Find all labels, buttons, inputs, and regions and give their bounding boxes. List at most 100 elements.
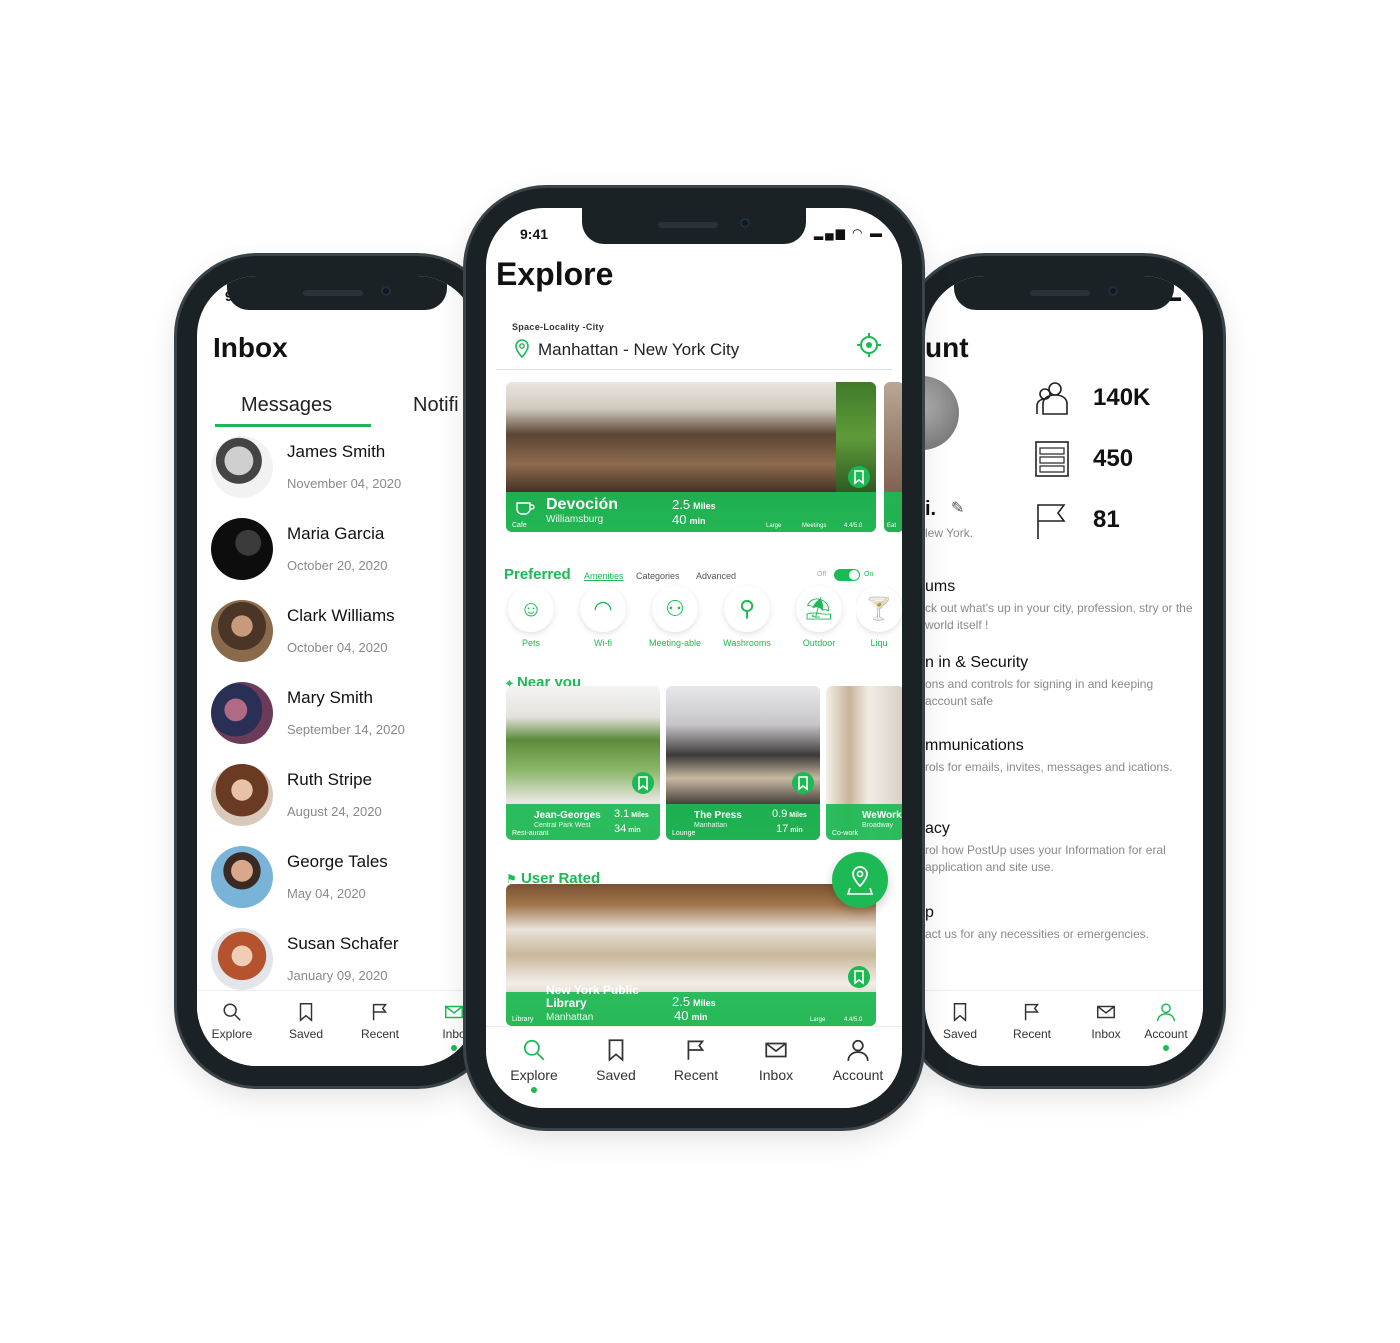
bottom-nav: Saved Recent Inbox Account xyxy=(925,990,1203,1066)
setting-title: mmunications xyxy=(925,737,1024,754)
bookmark-button[interactable] xyxy=(848,966,870,988)
tab-amenities[interactable]: Amenities xyxy=(584,571,624,581)
setting-title: n in & Security xyxy=(925,654,1029,671)
message-date: October 04, 2020 xyxy=(287,640,388,655)
list-item[interactable]: James Smith November 04, 2020 xyxy=(211,436,477,506)
preferred-toggle[interactable] xyxy=(834,569,860,581)
nav-recent[interactable]: Recent xyxy=(997,1001,1067,1041)
cafe-icon xyxy=(516,502,535,515)
bottom-nav: Explore Saved Recent Inbo xyxy=(197,990,477,1066)
rating-label: 4.4/5.0 xyxy=(844,1017,863,1023)
setting-desc: ck out what's up in your city, professio… xyxy=(925,601,1193,632)
location-pin-icon xyxy=(515,339,529,358)
notch xyxy=(582,208,806,244)
next-card[interactable]: Eat xyxy=(884,382,902,532)
tab-notifications[interactable]: Notifi xyxy=(413,394,459,417)
featured-card[interactable]: Cafe Devoción Williamsburg 2.5 Miles 40 … xyxy=(506,382,876,532)
active-dot xyxy=(531,1087,537,1093)
inbox-screen: 9:41 Inbox Messages Notifi James Smith N… xyxy=(197,276,477,1066)
distance-unit: Miles xyxy=(693,998,716,1008)
duration-unit: min xyxy=(790,827,803,834)
message-date: May 04, 2020 xyxy=(287,886,366,901)
message-date: October 20, 2020 xyxy=(287,558,388,573)
list-item[interactable]: Mary Smith September 14, 2020 xyxy=(211,682,477,752)
avatar xyxy=(211,518,273,580)
setting-desc: ons and controls for signing in and keep… xyxy=(925,677,1154,708)
wifi-icon: ◠ xyxy=(580,586,626,632)
toggle-on-label: On xyxy=(864,571,874,578)
list-item[interactable]: George Tales May 04, 2020 xyxy=(211,846,477,916)
place-card[interactable]: Lounge The Press Manhattan 0.9 Miles 17 … xyxy=(666,686,820,840)
nav-explore[interactable]: Explore xyxy=(496,1037,572,1093)
list-item[interactable]: Susan Schafer January 09, 2020 xyxy=(211,928,477,998)
place-distance: 0.9 Miles xyxy=(772,808,807,820)
distance-value: 2.5 xyxy=(672,994,691,1009)
nav-label: Saved xyxy=(596,1067,636,1083)
edit-icon[interactable]: ✎ xyxy=(951,498,964,518)
nav-label: Saved xyxy=(942,1027,978,1041)
profile-name: i. xyxy=(925,498,937,520)
amenity-outdoor[interactable]: ⛱ Outdoor xyxy=(784,586,854,648)
setting-forums[interactable]: ums ck out what's up in your city, profe… xyxy=(925,578,1195,634)
amenity-meeting[interactable]: ⚇ Meeting-able xyxy=(640,586,710,648)
meetings-label: Meetings xyxy=(802,523,827,529)
list-item[interactable]: Maria Garcia October 20, 2020 xyxy=(211,518,477,588)
list-item[interactable]: Clark Williams October 04, 2020 xyxy=(211,600,477,670)
setting-title: acy xyxy=(925,820,950,837)
page-title: Inbox xyxy=(213,332,288,363)
bookmark-button[interactable] xyxy=(632,772,654,794)
nav-saved[interactable]: Saved xyxy=(578,1037,654,1083)
place-duration: 17 min xyxy=(776,823,803,835)
setting-help[interactable]: p act us for any necessities or emergenc… xyxy=(925,904,1195,943)
avatar xyxy=(925,376,959,450)
user-rated-card[interactable]: Library New York Public Library Manhatta… xyxy=(506,884,876,1026)
amenity-wifi[interactable]: ◠ Wi-fi xyxy=(568,586,638,648)
location-field[interactable]: Space-Locality -City Manhattan - New Yor… xyxy=(496,314,892,370)
nav-inbox[interactable]: Inbox xyxy=(738,1037,814,1083)
setting-privacy[interactable]: acy rol how PostUp uses your Information… xyxy=(925,820,1195,876)
nav-label: Account xyxy=(1144,1027,1188,1041)
place-card[interactable]: Rest-aurant Jean-Georges Central Park We… xyxy=(506,686,660,840)
avatar xyxy=(211,436,273,498)
amenity-label: Wi-fi xyxy=(594,638,612,648)
nav-saved[interactable]: Saved xyxy=(925,1001,995,1041)
tab-messages[interactable]: Messages xyxy=(241,394,332,417)
nav-recent[interactable]: Recent xyxy=(345,1001,415,1041)
place-name: Jean-Georges xyxy=(534,810,601,821)
bookmark-button[interactable] xyxy=(848,466,870,488)
nav-label: Inbo xyxy=(442,1027,466,1041)
tab-advanced[interactable]: Advanced xyxy=(696,571,736,581)
stat-flags: 81 xyxy=(1035,502,1120,542)
list-item[interactable]: Ruth Stripe August 24, 2020 xyxy=(211,764,477,834)
nav-explore[interactable]: Explore xyxy=(197,1001,267,1041)
place-distance: 2.5 Miles xyxy=(672,497,716,512)
avatar xyxy=(211,600,273,662)
nav-account[interactable]: Account xyxy=(1131,1001,1201,1051)
amenity-pets[interactable]: ☺ Pets xyxy=(496,586,566,648)
locate-me-icon[interactable] xyxy=(856,332,882,358)
list-icon xyxy=(1035,441,1069,477)
tab-categories[interactable]: Categories xyxy=(636,571,680,581)
bookmark-icon xyxy=(299,1003,313,1022)
washroom-icon: ⚲ xyxy=(724,586,770,632)
amenity-liquor[interactable]: 🍸 Liqu xyxy=(856,586,902,648)
amenity-washrooms[interactable]: ⚲ Washrooms xyxy=(712,586,782,648)
bookmark-button[interactable] xyxy=(792,772,814,794)
setting-communications[interactable]: mmunications rols for emails, invites, m… xyxy=(925,737,1195,776)
meeting-icon: ⚇ xyxy=(652,586,698,632)
active-dot xyxy=(451,1045,457,1051)
place-type: Library xyxy=(512,1016,534,1023)
bookmark-icon xyxy=(608,1039,624,1062)
setting-security[interactable]: n in & Security ons and controls for sig… xyxy=(925,654,1195,710)
place-area: Broadway xyxy=(862,822,894,829)
nav-label: Saved xyxy=(288,1027,324,1041)
nav-recent[interactable]: Recent xyxy=(658,1037,734,1083)
map-fab-button[interactable] xyxy=(832,852,888,908)
pet-icon: ☺ xyxy=(508,586,554,632)
nav-saved[interactable]: Saved xyxy=(271,1001,341,1041)
place-card[interactable]: Co-work WeWork Broadway xyxy=(826,686,902,840)
nav-account[interactable]: Account xyxy=(820,1037,896,1083)
bookmark-icon xyxy=(854,470,864,485)
nav-label: Recent xyxy=(673,1067,719,1083)
card-info-bar: Lounge The Press Manhattan 0.9 Miles 17 … xyxy=(666,804,820,840)
